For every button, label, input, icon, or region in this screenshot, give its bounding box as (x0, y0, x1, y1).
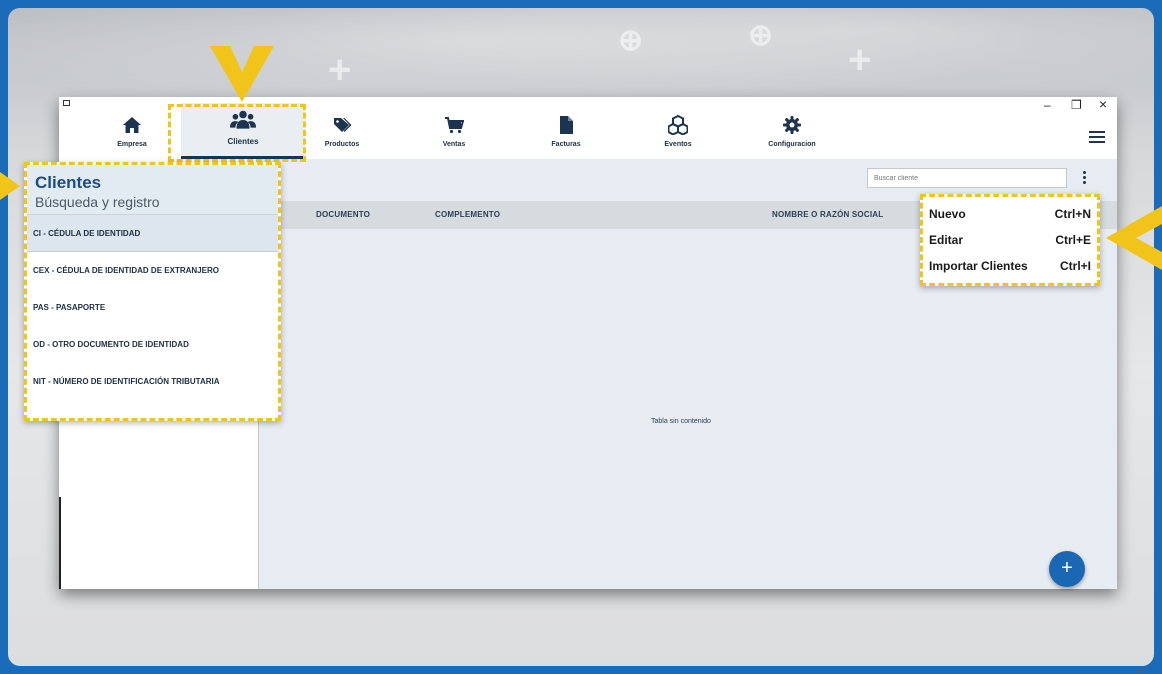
nav-label: Empresa (117, 141, 147, 148)
menu-item-label: Editar (929, 233, 964, 247)
empty-table-message: Tabla sin contenido (651, 418, 711, 425)
file-icon (560, 116, 573, 134)
column-header-nombre[interactable]: NOMBRE O RAZÓN SOCIAL (772, 210, 883, 219)
document-type-pas[interactable]: PAS - PASAPORTE (27, 289, 278, 326)
cubes-icon (668, 115, 688, 135)
sidebar-edge (59, 497, 61, 589)
tags-icon (334, 118, 352, 132)
nav-item-facturas[interactable]: Facturas (511, 103, 621, 159)
background-circle-icon: ⊕ (748, 19, 774, 52)
column-header-documento[interactable]: DOCUMENTO (316, 210, 370, 219)
nav-item-ventas[interactable]: Ventas (399, 103, 509, 159)
context-menu: Nuevo Ctrl+N Editar Ctrl+E Importar Clie… (920, 194, 1100, 286)
home-icon (123, 117, 141, 133)
gear-icon (783, 116, 801, 134)
hamburger-menu-icon[interactable] (1089, 131, 1105, 143)
minimize-button[interactable]: – (1044, 98, 1051, 112)
panel-subtitle: Búsqueda y registro (35, 194, 160, 210)
left-arrow-pointer-icon (1106, 206, 1162, 270)
menu-item-shortcut: Ctrl+I (1059, 259, 1091, 273)
document-type-cex[interactable]: CEX - CÉDULA DE IDENTIDAD DE EXTRANJERO (27, 252, 278, 289)
nav-label: Configuracion (768, 141, 816, 148)
app-icon (63, 100, 70, 106)
nav-label: Productos (324, 141, 360, 148)
add-button[interactable]: + (1049, 551, 1085, 587)
background-plus-icon: + (328, 48, 352, 92)
background-plus-icon: + (848, 38, 872, 82)
nav-item-configuracion[interactable]: Configuracion (737, 103, 847, 159)
background-circle-icon: ⊕ (618, 24, 644, 57)
search-input[interactable] (867, 168, 1067, 188)
document-type-nit[interactable]: NIT - NÚMERO DE IDENTIFICACIÓN TRIBUTARI… (27, 363, 278, 400)
clientes-highlight (168, 104, 306, 162)
document-type-ci[interactable]: CI - CÉDULA DE IDENTIDAD (27, 215, 278, 252)
right-arrow-pointer-icon (0, 172, 20, 200)
panel-header: Clientes Búsqueda y registro (27, 165, 278, 215)
nav-label: Facturas (551, 141, 581, 148)
document-type-od[interactable]: OD - OTRO DOCUMENTO DE IDENTIDAD (27, 326, 278, 363)
nav-item-eventos[interactable]: Eventos (623, 103, 733, 159)
cart-icon (445, 117, 464, 134)
close-button[interactable]: × (1099, 96, 1107, 112)
menu-item-shortcut: Ctrl+N (1054, 207, 1091, 221)
down-arrow-pointer-icon (210, 46, 274, 102)
more-options-icon[interactable] (1081, 171, 1087, 187)
menu-item-label: Nuevo (929, 207, 966, 221)
document-type-panel: Clientes Búsqueda y registro CI - CÉDULA… (24, 162, 281, 421)
menu-item-shortcut: Ctrl+E (1055, 233, 1091, 247)
menu-item-editar[interactable]: Editar Ctrl+E (929, 227, 1091, 253)
menu-item-importar-clientes[interactable]: Importar Clientes Ctrl+I (929, 253, 1091, 279)
restore-button[interactable]: ❐ (1071, 98, 1082, 112)
nav-label: Eventos (664, 141, 692, 148)
menu-item-label: Importar Clientes (929, 259, 1028, 273)
column-header-complemento[interactable]: COMPLEMENTO (435, 210, 500, 219)
nav-label: Ventas (442, 141, 466, 148)
panel-title: Clientes (35, 173, 102, 192)
menu-item-nuevo[interactable]: Nuevo Ctrl+N (929, 201, 1091, 227)
